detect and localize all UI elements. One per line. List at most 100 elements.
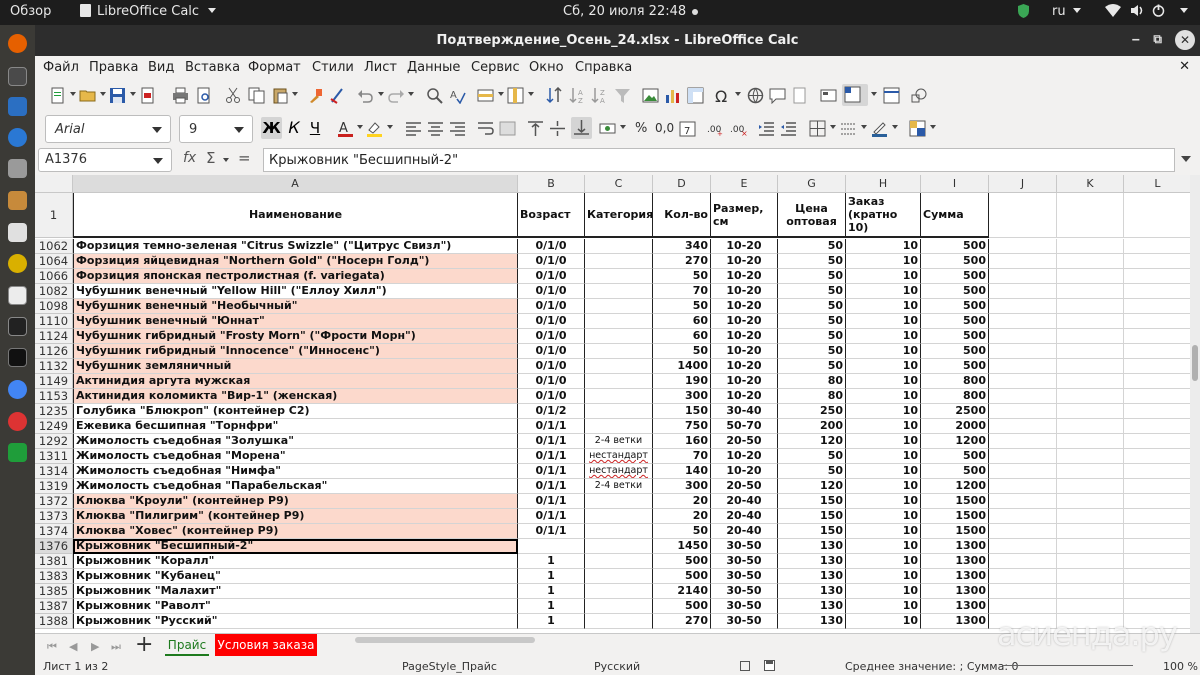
empty-cell[interactable] — [989, 584, 1057, 599]
font-name-combo[interactable]: Arial — [45, 115, 171, 143]
cell-qty[interactable]: 340 — [653, 239, 711, 254]
chevron-down-icon[interactable] — [830, 125, 836, 129]
cell-order[interactable]: 10 — [846, 419, 921, 434]
column-header-i[interactable]: I — [921, 175, 989, 193]
empty-cell[interactable] — [1057, 193, 1124, 238]
empty-cell[interactable] — [989, 449, 1057, 464]
menu-tools[interactable]: Сервис — [471, 60, 520, 75]
header-cell-b[interactable]: Возраст — [518, 193, 585, 238]
app-menu[interactable]: LibreOffice Calc — [80, 4, 217, 19]
chart-icon[interactable] — [664, 87, 681, 104]
chevron-down-icon[interactable] — [357, 125, 363, 129]
cell-category[interactable]: 2-4 ветки — [585, 479, 653, 494]
keyboard-layout-menu[interactable]: ru — [1052, 4, 1081, 19]
cell-order[interactable]: 10 — [846, 569, 921, 584]
cell-category[interactable]: нестандарт — [585, 464, 653, 479]
cell-order[interactable]: 10 — [846, 299, 921, 314]
empty-cell[interactable] — [989, 524, 1057, 539]
chevron-down-icon[interactable] — [130, 92, 136, 96]
spelling-icon[interactable]: A — [449, 87, 466, 105]
header-cell-e[interactable]: Размер, см — [711, 193, 778, 238]
cell-category[interactable] — [585, 419, 653, 434]
cell-qty[interactable]: 270 — [653, 254, 711, 269]
cell-category[interactable] — [585, 524, 653, 539]
chrome-icon[interactable] — [8, 380, 27, 399]
cell-order[interactable]: 10 — [846, 614, 921, 629]
cell-category[interactable] — [585, 314, 653, 329]
empty-cell[interactable] — [989, 314, 1057, 329]
empty-cell[interactable] — [989, 359, 1057, 374]
cell-price[interactable]: 50 — [778, 254, 846, 269]
empty-cell[interactable] — [1124, 449, 1190, 464]
add-sheet-icon[interactable]: + — [135, 634, 153, 656]
cell-age[interactable]: 0/1/1 — [518, 479, 585, 494]
percent-format-button[interactable]: % — [635, 121, 647, 136]
font-color-icon[interactable]: A — [337, 120, 354, 137]
cell-sum[interactable]: 500 — [921, 284, 989, 299]
merge-cells-icon[interactable] — [499, 120, 516, 137]
cell-qty[interactable]: 50 — [653, 269, 711, 284]
cell-size[interactable]: 20-40 — [711, 494, 778, 509]
column-header-h[interactable]: H — [846, 175, 921, 193]
empty-cell[interactable] — [989, 554, 1057, 569]
title-bar[interactable]: Подтверждение_Осень_24.xlsx - LibreOffic… — [35, 25, 1200, 56]
cell-order[interactable]: 10 — [846, 329, 921, 344]
empty-cell[interactable] — [1124, 329, 1190, 344]
empty-cell[interactable] — [1057, 314, 1124, 329]
row-header[interactable]: 1374 — [35, 524, 73, 539]
sheet-tab-order-conditions[interactable]: Условия заказа — [215, 634, 317, 656]
cell-sum[interactable]: 500 — [921, 269, 989, 284]
cell-order[interactable]: 10 — [846, 539, 921, 554]
align-center-icon[interactable] — [427, 120, 444, 137]
cell-size[interactable]: 10-20 — [711, 269, 778, 284]
font-size-combo[interactable]: 9 — [179, 115, 253, 143]
define-print-area-icon[interactable] — [820, 87, 837, 104]
cell-name[interactable]: Форзиция яйцевидная "Northern Gold" ("Но… — [73, 254, 518, 269]
cell-order[interactable]: 10 — [846, 344, 921, 359]
cell-name[interactable]: Форзиция темно-зеленая "Citrus Swizzle" … — [73, 239, 518, 254]
empty-cell[interactable] — [1057, 494, 1124, 509]
cell-qty[interactable]: 2140 — [653, 584, 711, 599]
cell-qty[interactable]: 500 — [653, 554, 711, 569]
cell-price[interactable]: 150 — [778, 509, 846, 524]
cell-price[interactable]: 120 — [778, 479, 846, 494]
chevron-down-icon[interactable] — [498, 92, 504, 96]
cell-order[interactable]: 10 — [846, 479, 921, 494]
cell-age[interactable] — [518, 539, 585, 554]
cell-order[interactable]: 10 — [846, 359, 921, 374]
row-header[interactable]: 1388 — [35, 614, 73, 629]
sum-icon[interactable]: Σ — [206, 149, 215, 167]
cell-category[interactable] — [585, 269, 653, 284]
cell-price[interactable]: 130 — [778, 614, 846, 629]
special-character-icon[interactable]: Ω — [714, 87, 731, 106]
menu-sheet[interactable]: Лист — [364, 60, 397, 75]
empty-cell[interactable] — [1057, 584, 1124, 599]
empty-cell[interactable] — [1124, 314, 1190, 329]
empty-cell[interactable] — [1057, 524, 1124, 539]
freeze-rows-columns-button[interactable] — [842, 84, 868, 106]
previous-sheet-icon[interactable]: ◀ — [69, 640, 77, 653]
document-modified-icon[interactable] — [764, 660, 775, 674]
empty-cell[interactable] — [1057, 599, 1124, 614]
cell-sum[interactable]: 1300 — [921, 599, 989, 614]
add-decimal-place-icon[interactable]: .00 + — [707, 120, 724, 138]
cell-name[interactable]: Голубика "Блюкроп" (контейнер С2) — [73, 404, 518, 419]
cell-sum[interactable]: 500 — [921, 449, 989, 464]
empty-cell[interactable] — [1057, 434, 1124, 449]
cell-name[interactable]: Ежевика бесшипная "Торнфри" — [73, 419, 518, 434]
conditional-format-icon[interactable] — [909, 120, 926, 137]
cell-age[interactable]: 1 — [518, 614, 585, 629]
cell-qty[interactable]: 70 — [653, 449, 711, 464]
cell-sum[interactable]: 800 — [921, 374, 989, 389]
cell-order[interactable]: 10 — [846, 449, 921, 464]
empty-cell[interactable] — [1057, 554, 1124, 569]
cell-qty[interactable]: 190 — [653, 374, 711, 389]
header-cell-h[interactable]: Заказ (кратно 10) — [846, 193, 921, 238]
cell-age[interactable]: 0/1/0 — [518, 344, 585, 359]
spreadsheet-grid[interactable]: ABCDEGHIJKLM 1НаименованиеВозрастКатегор… — [35, 175, 1190, 650]
cell-qty[interactable]: 50 — [653, 344, 711, 359]
cell-qty[interactable]: 70 — [653, 284, 711, 299]
cell-name[interactable]: Чубушник венечный "Юннат" — [73, 314, 518, 329]
cell-qty[interactable]: 500 — [653, 569, 711, 584]
cell-price[interactable]: 200 — [778, 419, 846, 434]
